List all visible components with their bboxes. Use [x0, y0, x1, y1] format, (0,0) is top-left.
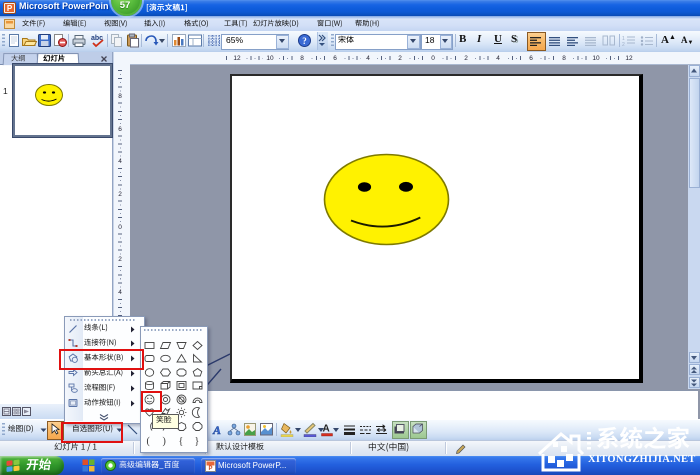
- svg-text:A: A: [323, 424, 330, 435]
- svg-text:2: 2: [622, 42, 625, 46]
- svg-text:?: ?: [302, 36, 307, 46]
- svg-text:P: P: [7, 4, 13, 13]
- svg-text:P: P: [208, 466, 212, 472]
- svg-text:A: A: [212, 423, 221, 437]
